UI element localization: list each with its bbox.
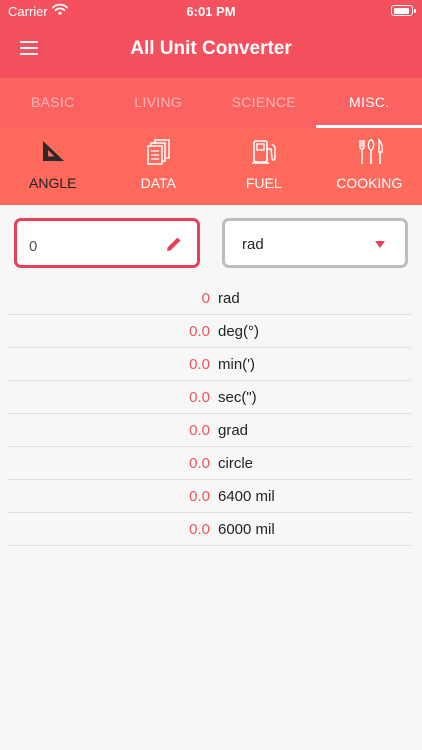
category-label: COOKING bbox=[336, 175, 403, 191]
tab-misc[interactable]: MISC. bbox=[317, 78, 422, 128]
result-row: 0.0 grad bbox=[7, 414, 411, 447]
result-unit: circle bbox=[218, 455, 254, 472]
tab-science[interactable]: SCIENCE bbox=[211, 78, 317, 128]
result-row: 0.0 6400 mil bbox=[7, 480, 411, 513]
result-row: 0.0 sec(") bbox=[7, 381, 411, 414]
pencil-icon[interactable] bbox=[165, 235, 183, 253]
category-cooking[interactable]: COOKING bbox=[317, 128, 422, 205]
battery-icon bbox=[391, 5, 416, 16]
result-row: 0.0 deg(°) bbox=[7, 315, 411, 348]
result-unit: 6400 mil bbox=[218, 488, 275, 505]
category-bar: ANGLE DATA FUEL COOKING bbox=[0, 128, 422, 205]
results-list: 0 rad 0.0 deg(°) 0.0 min(') 0.0 sec(") 0.0 gr… bbox=[7, 282, 411, 546]
result-value: 0.0 bbox=[189, 455, 210, 472]
category-label: FUEL bbox=[245, 175, 282, 191]
result-row: 0.0 6000 mil bbox=[7, 513, 411, 546]
value-input-box[interactable] bbox=[14, 218, 200, 268]
category-label: ANGLE bbox=[29, 175, 77, 191]
result-value: 0.0 bbox=[189, 389, 210, 406]
unit-select-value: rad bbox=[242, 236, 264, 253]
fuel-pump-icon bbox=[252, 140, 276, 164]
result-unit: min(') bbox=[218, 356, 256, 373]
value-input[interactable] bbox=[27, 233, 151, 259]
result-row: 0.0 min(') bbox=[7, 348, 411, 381]
app-title: All Unit Converter bbox=[130, 38, 292, 59]
result-value: 0.0 bbox=[189, 356, 210, 373]
result-value: 0.0 bbox=[189, 488, 210, 505]
documents-icon bbox=[146, 139, 170, 165]
result-row: 0 rad bbox=[7, 282, 411, 315]
result-unit: grad bbox=[218, 422, 249, 439]
category-fuel[interactable]: FUEL bbox=[211, 128, 317, 205]
unit-select[interactable]: rad bbox=[222, 218, 408, 268]
set-square-icon bbox=[43, 141, 64, 161]
result-unit: deg(°) bbox=[218, 323, 260, 340]
result-row: 0.0 circle bbox=[7, 447, 411, 480]
result-value: 0 bbox=[201, 290, 210, 307]
status-bar: Carrier 6:01 PM bbox=[0, 0, 422, 24]
app-header: Carrier 6:01 PM All Unit Converter bbox=[0, 0, 422, 78]
result-value: 0.0 bbox=[189, 422, 210, 439]
chevron-down-icon bbox=[375, 241, 385, 248]
category-angle[interactable]: ANGLE bbox=[0, 128, 106, 205]
category-label: DATA bbox=[140, 175, 176, 191]
utensils-icon bbox=[358, 138, 383, 164]
result-unit: 6000 mil bbox=[218, 521, 275, 538]
tab-basic[interactable]: BASIC bbox=[0, 78, 106, 128]
result-value: 0.0 bbox=[189, 323, 210, 340]
tab-bar: BASIC LIVING SCIENCE MISC. bbox=[0, 78, 422, 128]
result-unit: sec(") bbox=[218, 389, 257, 406]
category-data[interactable]: DATA bbox=[106, 128, 212, 205]
status-time: 6:01 PM bbox=[186, 4, 236, 19]
result-unit: rad bbox=[218, 290, 240, 307]
result-value: 0.0 bbox=[189, 521, 210, 538]
tab-living[interactable]: LIVING bbox=[106, 78, 212, 128]
